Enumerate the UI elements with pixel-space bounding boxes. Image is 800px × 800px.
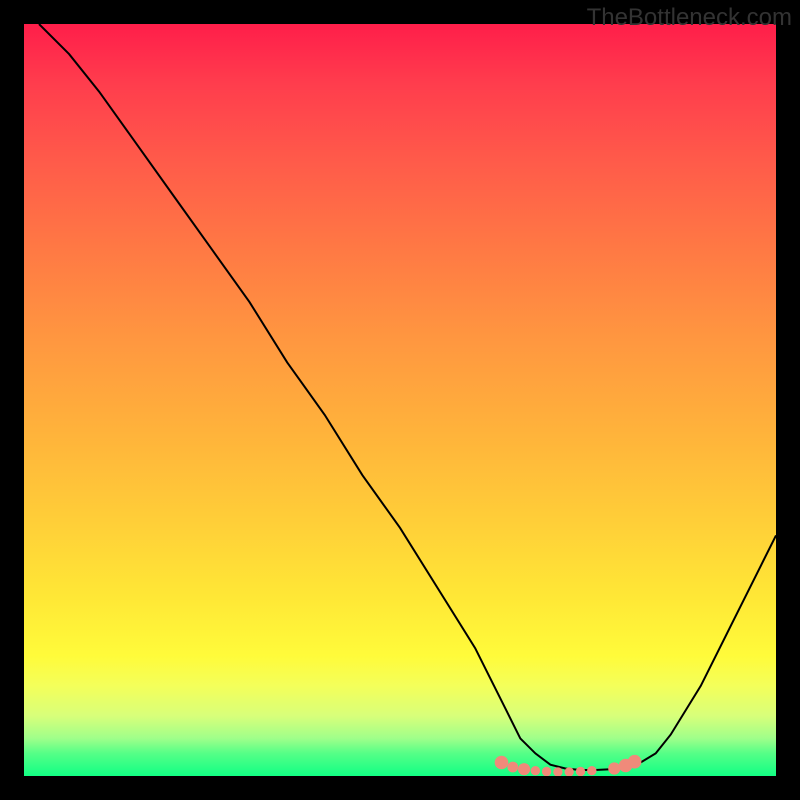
chart-marker [608, 762, 620, 774]
chart-marker [587, 766, 596, 775]
chart-marker [553, 767, 562, 776]
watermark-text: TheBottleneck.com [587, 4, 792, 32]
chart-curve [39, 24, 776, 770]
chart-svg [24, 24, 776, 776]
chart-marker [576, 767, 585, 776]
chart-plot-area [24, 24, 776, 776]
chart-marker [531, 766, 540, 775]
chart-marker [518, 763, 530, 775]
chart-marker [507, 762, 518, 773]
chart-marker [495, 756, 509, 770]
chart-marker [628, 755, 642, 769]
chart-markers [495, 755, 642, 776]
chart-marker [542, 767, 551, 776]
